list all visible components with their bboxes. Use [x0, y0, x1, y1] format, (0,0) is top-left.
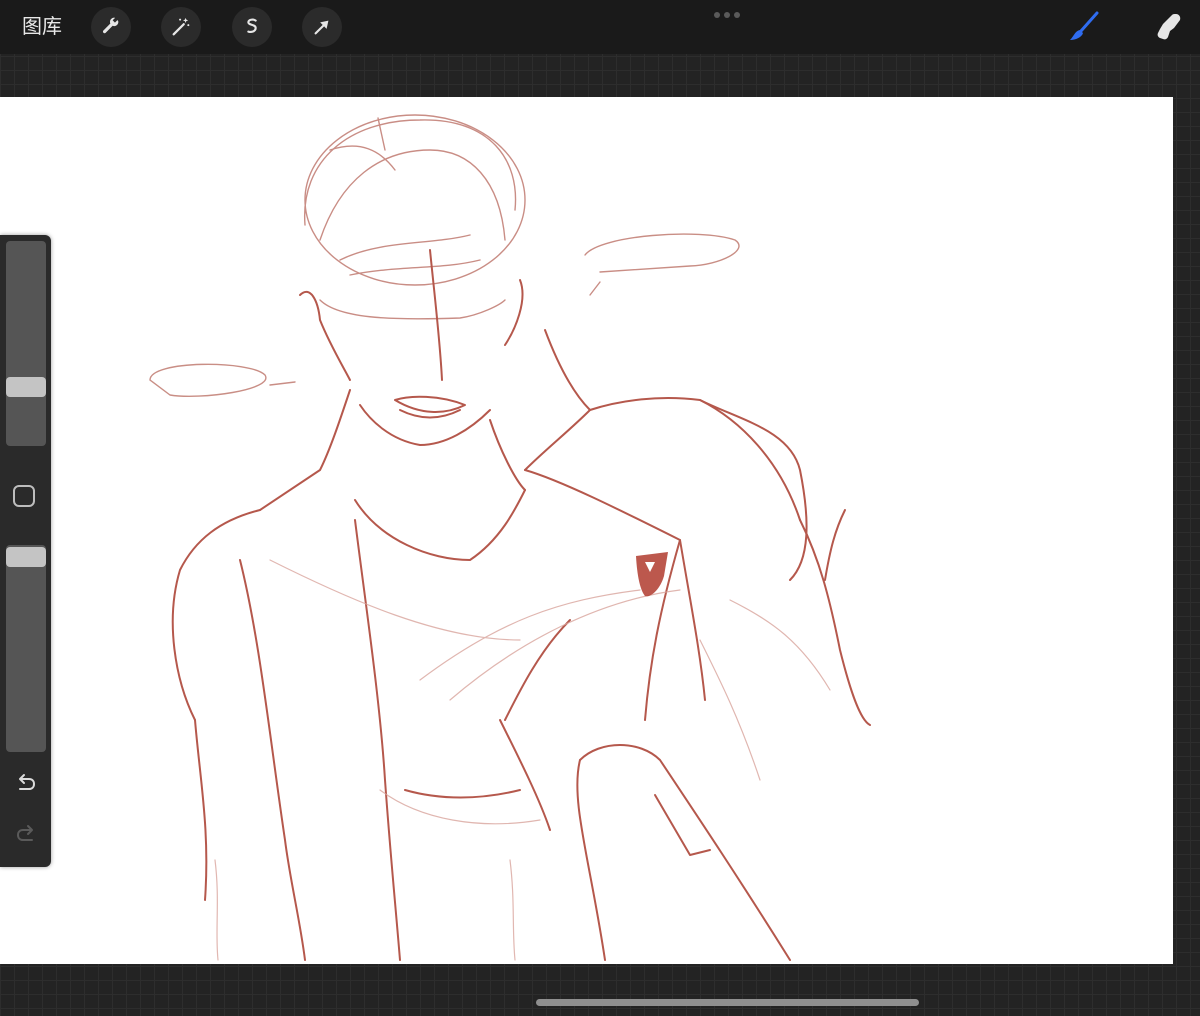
actions-button[interactable]: [91, 7, 131, 47]
redo-icon: [16, 825, 33, 841]
undo-button[interactable]: [12, 770, 40, 798]
selection-icon: [247, 18, 257, 33]
brush-opacity-handle[interactable]: [6, 547, 46, 567]
home-indicator[interactable]: [536, 999, 919, 1006]
modify-button[interactable]: [13, 485, 35, 507]
left-sidebar: [0, 235, 51, 867]
brush-size-slider[interactable]: [6, 241, 46, 446]
undo-icon: [19, 774, 36, 790]
selection-button[interactable]: [232, 7, 272, 47]
grabber-dot: [714, 12, 720, 18]
smudge-button[interactable]: [1148, 8, 1186, 46]
magic-wand-icon: [172, 17, 190, 36]
sketch-artwork: [149, 114, 871, 961]
grabber-dot: [734, 12, 740, 18]
move-arrow-icon: [314, 20, 329, 35]
wrench-icon: [102, 17, 119, 34]
paint-button[interactable]: [1064, 8, 1102, 46]
brush-size-handle[interactable]: [6, 377, 46, 397]
redo-button[interactable]: [12, 821, 40, 849]
brush-icon: [1070, 11, 1099, 40]
window-grabber[interactable]: [714, 12, 740, 18]
brush-opacity-slider[interactable]: [6, 545, 46, 752]
gallery-button[interactable]: 图库: [22, 12, 62, 40]
drawing-canvas[interactable]: [0, 97, 1173, 964]
top-toolbar: 图库: [0, 0, 1200, 54]
transform-button[interactable]: [302, 7, 342, 47]
smudge-icon: [1157, 14, 1181, 40]
adjustments-button[interactable]: [161, 7, 201, 47]
grabber-dot: [724, 12, 730, 18]
